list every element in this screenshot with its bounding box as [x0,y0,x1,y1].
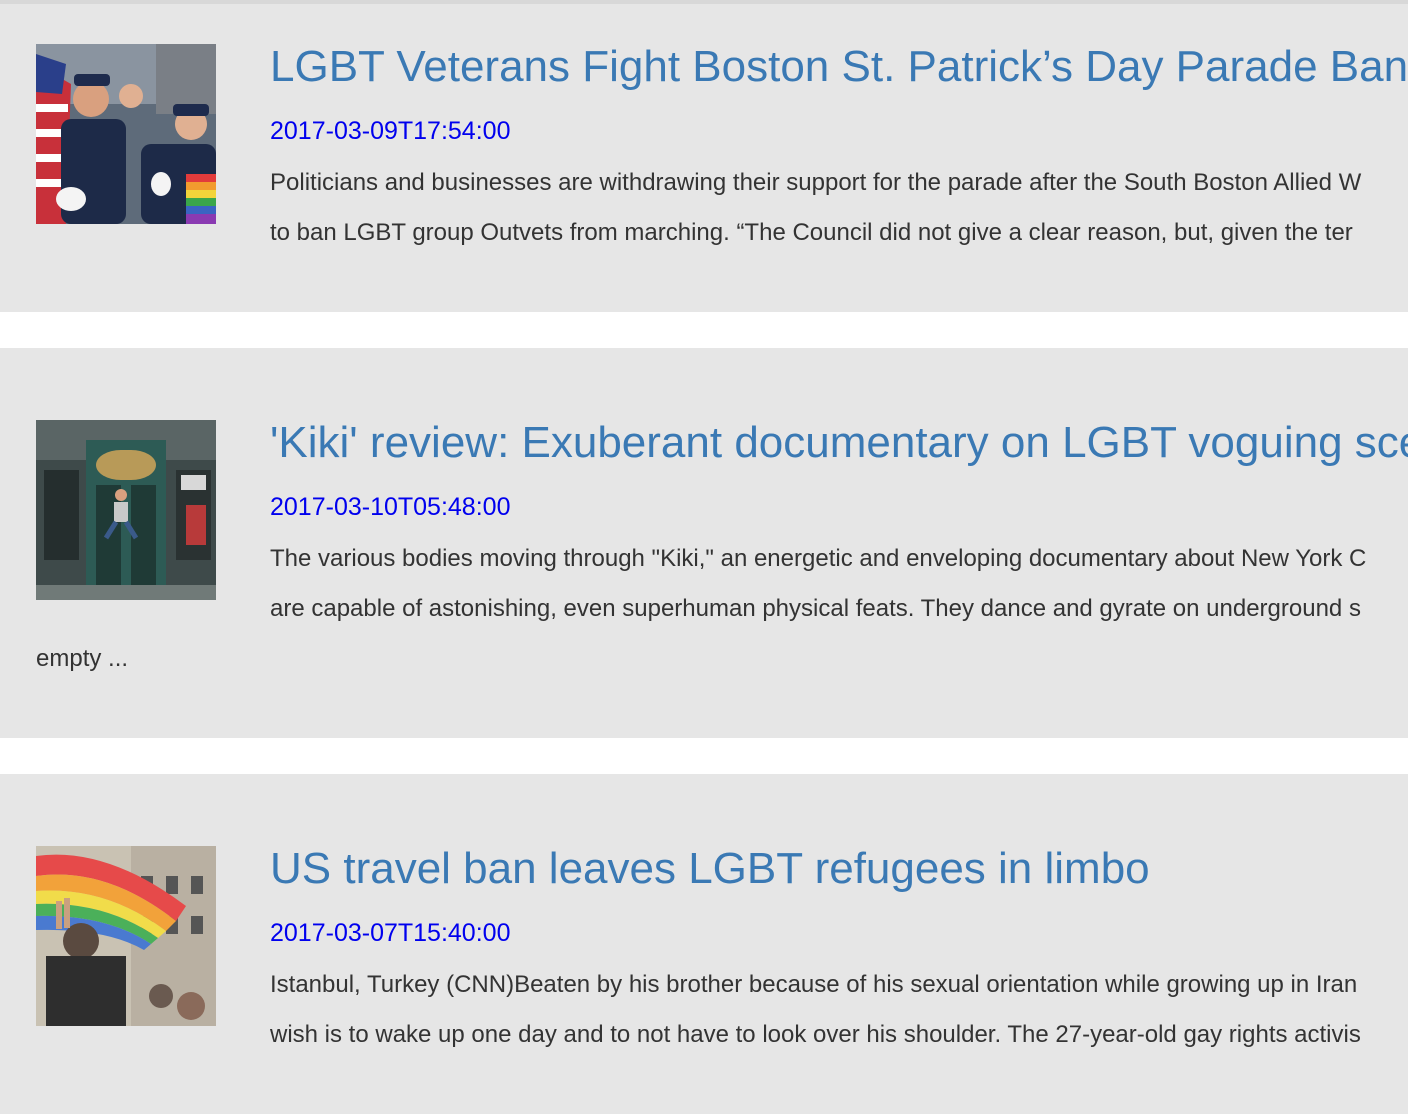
rainbow-flag-street-photo [36,846,216,1026]
article-date: 2017-03-09T17:54:00 [270,117,511,145]
article-title[interactable]: US travel ban leaves LGBT refugees in li… [270,844,1150,894]
storefront-jump-photo [36,420,216,600]
news-card: US travel ban leaves LGBT refugees in li… [0,774,1408,1114]
article-snippet-line: are capable of astonishing, even superhu… [270,595,1361,622]
article-thumbnail[interactable] [36,846,216,1026]
article-date: 2017-03-07T15:40:00 [270,919,511,947]
article-title[interactable]: 'Kiki' review: Exuberant documentary on … [270,418,1408,468]
article-snippet-line: Istanbul, Turkey (CNN)Beaten by his brot… [270,971,1358,998]
article-date: 2017-03-10T05:48:00 [270,493,511,521]
veterans-parade-photo [36,44,216,224]
article-thumbnail[interactable] [36,420,216,600]
article-thumbnail[interactable] [36,44,216,224]
news-card: LGBT Veterans Fight Boston St. Patrick’s… [0,4,1408,312]
article-snippet-line: Politicians and businesses are withdrawi… [270,169,1362,196]
article-snippet-line: empty ... [36,645,129,672]
news-card: 'Kiki' review: Exuberant documentary on … [0,348,1408,738]
article-snippet-line: The various bodies moving through "Kiki,… [270,545,1367,572]
article-snippet-line: wish is to wake up one day and to not ha… [270,1021,1361,1048]
article-snippet-line: to ban LGBT group Outvets from marching.… [270,219,1353,246]
article-title[interactable]: LGBT Veterans Fight Boston St. Patrick’s… [270,42,1408,92]
